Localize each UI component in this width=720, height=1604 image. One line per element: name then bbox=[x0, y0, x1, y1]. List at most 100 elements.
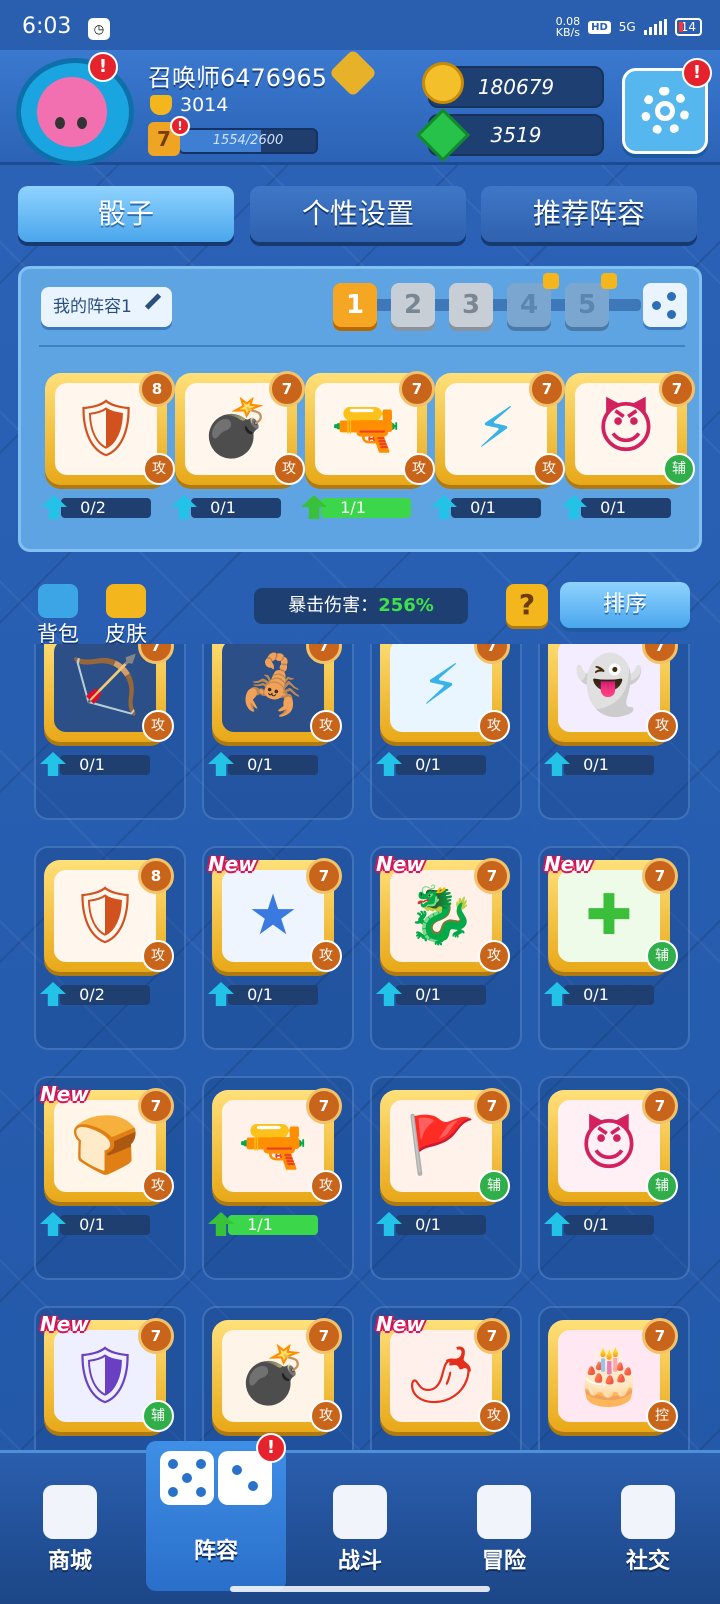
xp-bar: 1554/2600 bbox=[178, 128, 318, 154]
nav-adventure[interactable]: 冒险 bbox=[434, 1463, 574, 1593]
new-tag: New bbox=[376, 852, 425, 876]
dice-type-badge: 攻 bbox=[646, 710, 678, 742]
nav-social[interactable]: 社交 bbox=[578, 1463, 718, 1593]
slot-5-label: 5 bbox=[577, 290, 597, 320]
lineup-slot-5[interactable]: 5 bbox=[565, 273, 617, 327]
upgrade-progress[interactable]: 0/1 bbox=[171, 495, 283, 519]
settings-alert-badge: ! bbox=[682, 58, 712, 88]
dice-card[interactable]: 🔫 7 攻 1/1 bbox=[301, 371, 437, 525]
help-button[interactable]: ? bbox=[506, 584, 548, 626]
lineup-slot-2[interactable]: 2 bbox=[391, 283, 435, 327]
dice-card[interactable]: 🏹 7 攻 0/1 bbox=[40, 644, 176, 782]
upgrade-progress[interactable]: 0/1 bbox=[544, 982, 656, 1006]
dice-collection[interactable]: 🏹 7 攻 0/1 🦂 7 攻 0/1 ⚡ 7 攻 0/1 👻 7 攻 0/1 🛡 8 攻 0/2 ★ 7 攻 New 0/1 🐉… bbox=[0, 644, 720, 1450]
upgrade-progress[interactable]: 0/1 bbox=[544, 1212, 656, 1236]
lock-icon bbox=[601, 273, 617, 289]
upgrade-progress[interactable]: 0/1 bbox=[561, 495, 673, 519]
bag-icon bbox=[38, 584, 78, 618]
dice-card[interactable]: ★ 7 攻 New 0/1 bbox=[208, 852, 344, 1012]
lock-icon bbox=[543, 273, 559, 289]
dice-card[interactable]: 🍞 7 攻 New 0/1 bbox=[40, 1082, 176, 1242]
rank-icon[interactable] bbox=[328, 48, 378, 98]
dice-icon: 🛡 bbox=[70, 396, 142, 461]
upgrade-progress[interactable]: 0/2 bbox=[41, 495, 153, 519]
dice-icon: 🛡 bbox=[69, 883, 141, 948]
upgrade-count: 0/1 bbox=[247, 755, 273, 774]
lineup-slot-1[interactable]: 1 bbox=[333, 283, 377, 327]
trophy-count: 3014 bbox=[180, 94, 229, 116]
new-tag: New bbox=[376, 1312, 425, 1336]
upgrade-progress[interactable]: 0/1 bbox=[40, 1212, 152, 1236]
status-bar: 6:03 ◷ 0.08 KB/s HD 5G 14 bbox=[0, 0, 720, 50]
upgrade-count: 0/1 bbox=[415, 1215, 441, 1234]
tab-dice[interactable]: 骰子 bbox=[18, 186, 234, 242]
dice-level-badge: 7 bbox=[642, 1318, 678, 1354]
dice-type-badge: 辅 bbox=[646, 1170, 678, 1202]
dice-type-badge: 攻 bbox=[478, 710, 510, 742]
upgrade-progress[interactable]: 0/1 bbox=[376, 1212, 488, 1236]
dice-card[interactable]: ⚡ 7 攻 0/1 bbox=[431, 371, 567, 525]
battery-icon: 14 bbox=[674, 18, 702, 36]
status-time: 6:03 bbox=[22, 14, 72, 39]
lineup-name-button[interactable]: 我的阵容1 bbox=[41, 287, 172, 327]
upgrade-progress[interactable]: 0/1 bbox=[544, 752, 656, 776]
tab-recommended[interactable]: 推荐阵容 bbox=[481, 186, 697, 242]
dice-card[interactable]: 🚩 7 辅 0/1 bbox=[376, 1088, 512, 1242]
upgrade-count: 0/1 bbox=[583, 985, 609, 1004]
dice-level-badge: 7 bbox=[474, 1318, 510, 1354]
lineup-slot-4[interactable]: 4 bbox=[507, 273, 559, 327]
dice-card[interactable]: 💣 7 攻 bbox=[208, 1318, 344, 1450]
skin-icon bbox=[106, 584, 146, 618]
upgrade-progress[interactable]: 0/1 bbox=[208, 752, 320, 776]
dice-card[interactable]: 🎂 7 控 bbox=[544, 1318, 680, 1450]
nav-battle[interactable]: 战斗 bbox=[290, 1463, 430, 1593]
nav-lineup[interactable]: 阵容 bbox=[146, 1441, 286, 1591]
dice-icon: 🚩 bbox=[406, 1113, 476, 1178]
dice-card[interactable]: 😈 7 辅 0/1 bbox=[544, 1088, 680, 1242]
new-tag: New bbox=[40, 1312, 89, 1336]
dice-card[interactable]: 👻 7 攻 0/1 bbox=[544, 644, 680, 782]
dice-icon bbox=[156, 1451, 276, 1529]
share-button[interactable] bbox=[643, 283, 687, 327]
dice-type-badge: 辅 bbox=[663, 453, 695, 485]
dice-type-badge: 攻 bbox=[310, 1400, 342, 1432]
avatar[interactable] bbox=[16, 58, 134, 166]
dice-card[interactable]: 🦂 7 攻 0/1 bbox=[208, 644, 344, 782]
upgrade-progress[interactable]: 0/2 bbox=[40, 982, 152, 1006]
dice-card[interactable]: ✚ 7 辅 New 0/1 bbox=[544, 852, 680, 1012]
dice-card[interactable]: ⚡ 7 攻 0/1 bbox=[376, 644, 512, 782]
lineup-slot-3[interactable]: 3 bbox=[449, 283, 493, 327]
xp-text: 1554/2600 bbox=[212, 133, 284, 148]
nav-shop[interactable]: 商城 bbox=[0, 1463, 140, 1593]
lineup-panel: 我的阵容1 1 2 3 4 5 🛡 8 攻 0/2 💣 7 攻 0/1 🔫 7 攻 1/1 ⚡ 7 攻 0/1… bbox=[18, 266, 702, 552]
tab-customize[interactable]: 个性设置 bbox=[250, 186, 466, 242]
dice-level-badge: 7 bbox=[306, 1318, 342, 1354]
dice-card[interactable]: 🛡 7 辅 New bbox=[40, 1312, 176, 1450]
upgrade-progress[interactable]: 0/1 bbox=[376, 982, 488, 1006]
upgrade-progress[interactable]: 0/1 bbox=[376, 752, 488, 776]
nav-adventure-label: 冒险 bbox=[481, 1549, 526, 1574]
dice-card[interactable]: 😈 7 辅 0/1 bbox=[561, 371, 697, 525]
sort-button[interactable]: 排序 bbox=[560, 582, 690, 628]
skin-button[interactable]: 皮肤 bbox=[96, 584, 156, 648]
edit-icon bbox=[144, 293, 161, 310]
upgrade-progress[interactable]: 0/1 bbox=[431, 495, 543, 519]
bottom-nav: 商城 阵容 ! 战斗 冒险 社交 bbox=[0, 1433, 720, 1604]
dice-card[interactable]: 🐉 7 攻 New 0/1 bbox=[376, 852, 512, 1012]
upgrade-progress[interactable]: 1/1 bbox=[301, 495, 413, 519]
dice-card[interactable]: 🌶 7 攻 New bbox=[376, 1312, 512, 1450]
dice-level-badge: 7 bbox=[474, 858, 510, 894]
upgrade-progress[interactable]: 1/1 bbox=[208, 1212, 320, 1236]
upgrade-progress[interactable]: 0/1 bbox=[208, 982, 320, 1006]
dice-card[interactable]: 🛡 8 攻 0/2 bbox=[41, 371, 177, 525]
dice-type-badge: 辅 bbox=[142, 1400, 174, 1432]
home-indicator[interactable] bbox=[230, 1586, 490, 1592]
upgrade-progress[interactable]: 0/1 bbox=[40, 752, 152, 776]
bag-button[interactable]: 背包 bbox=[28, 584, 88, 648]
dice-card[interactable]: 🛡 8 攻 0/2 bbox=[40, 858, 176, 1012]
upgrade-count: 0/1 bbox=[583, 1215, 609, 1234]
dice-face: ⚡ bbox=[390, 644, 492, 732]
upgrade-count: 0/1 bbox=[415, 985, 441, 1004]
dice-card[interactable]: 💣 7 攻 0/1 bbox=[171, 371, 307, 525]
dice-card[interactable]: 🔫 7 攻 1/1 bbox=[208, 1088, 344, 1242]
